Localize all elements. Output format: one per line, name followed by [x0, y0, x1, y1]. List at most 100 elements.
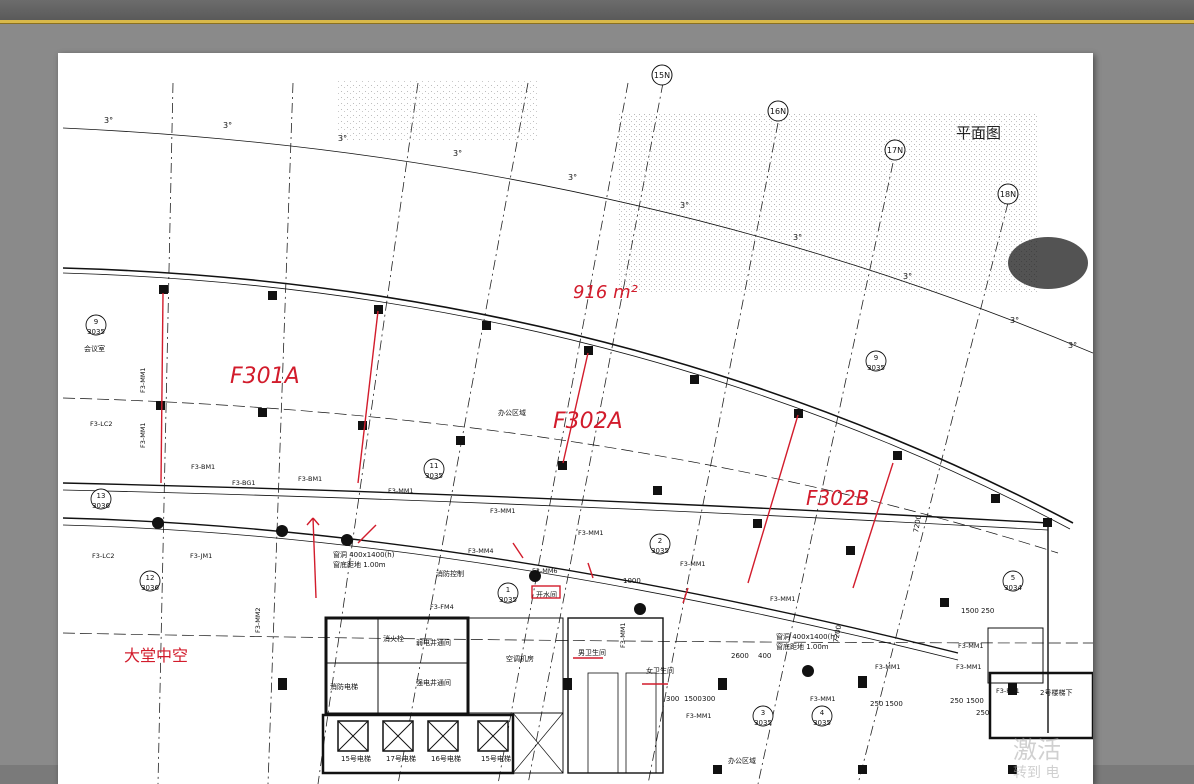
handwritten-zone-b: F302A: [553, 409, 623, 434]
room-tag-number: 11: [430, 462, 439, 470]
dimension: 250: [976, 709, 989, 717]
gridline-label: 15N: [654, 71, 670, 80]
handwritten-zone-a: F301A: [230, 364, 300, 389]
room-tag-number: 13: [97, 492, 106, 500]
window-title-bar: [0, 0, 1194, 20]
door-label: F3-FM1: [996, 687, 1020, 695]
elevator-label: 15号电梯: [481, 754, 511, 763]
handwritten-area: 916 m²: [573, 282, 638, 303]
room-name: 弱电井通间: [416, 638, 451, 647]
room-tag-number: 5: [1011, 574, 1015, 582]
window-note: 窗底距地 1.00m: [333, 560, 386, 569]
gridline-label: 17N: [887, 146, 903, 155]
door-label: F3-MM4: [468, 547, 494, 555]
door-label: F3-MM1: [619, 622, 627, 648]
door-label: F3-MM1: [490, 507, 516, 515]
elevator-label: 17号电梯: [386, 754, 416, 763]
angle-label: 3°: [568, 173, 577, 182]
gridline-label: 18N: [1000, 190, 1016, 199]
dimension: 250: [981, 607, 994, 615]
watermark-line-1: 激活: [1013, 736, 1061, 764]
door-label: F3-MM1: [578, 529, 604, 537]
floor-plan-drawing: 15N 16N 17N 18N 15号电梯 17号电梯 16号电梯 15号电梯 …: [62, 64, 1093, 784]
angle-label: 3°: [1010, 316, 1019, 325]
room-name: 男卫生间: [578, 648, 606, 657]
dimension: 250: [950, 697, 963, 705]
angle-label: 3°: [1068, 341, 1077, 350]
door-label: F3-MM1: [388, 487, 414, 495]
angle-label: 3°: [338, 134, 347, 143]
room-name: 会议室: [84, 344, 105, 353]
dimension: 7200: [912, 514, 923, 533]
room-tag-number: 2: [658, 537, 662, 545]
door-label: F3-MM2: [254, 607, 262, 633]
door-label: F3-MM1: [875, 663, 901, 671]
door-label: F3-MM1: [956, 663, 982, 671]
door-label: F3-BG1: [232, 479, 256, 487]
window-note: 窗洞 400x1400(h): [333, 550, 395, 559]
angle-label: 3°: [104, 116, 113, 125]
room-name: 空调机房: [506, 654, 534, 663]
room-tag-code: 3035: [754, 719, 772, 727]
room-name: 2号楼梯下: [1040, 688, 1072, 697]
room-name: 办公区域: [498, 408, 526, 417]
angle-label: 3°: [453, 149, 462, 158]
dimension: 250: [870, 700, 883, 708]
handwritten-title: 平面图: [956, 124, 1001, 142]
room-tag-number: 12: [146, 574, 155, 582]
door-label: F3-LC2: [92, 552, 115, 560]
room-tag-code: 3035: [867, 364, 885, 372]
room-name: 消防控制: [436, 569, 464, 578]
door-label: F3-MM1: [958, 642, 984, 650]
dimension: 400: [758, 652, 771, 660]
room-tag-number: 4: [820, 709, 825, 717]
door-label: F3-MM1: [770, 595, 796, 603]
angle-label: 3°: [680, 201, 689, 210]
room-name: 强电井通间: [416, 678, 451, 687]
door-label: F3-LC2: [90, 420, 113, 428]
room-tag-code: 3035: [651, 547, 669, 555]
door-label: F3-MM6: [532, 567, 558, 575]
scan-blot: [1008, 237, 1088, 289]
room-tag-number: 3: [761, 709, 765, 717]
angle-label: 3°: [793, 233, 802, 242]
room-tag-number: 9: [874, 354, 878, 362]
room-tag-code: 3034: [1004, 584, 1022, 592]
angle-label: 3°: [223, 121, 232, 130]
scan-noise: [338, 81, 538, 141]
room-tag-code: 3035: [87, 328, 105, 336]
door-label: F3-MM1: [810, 695, 836, 703]
door-label: F3-JM1: [190, 552, 212, 560]
elevator-label: 16号电梯: [431, 754, 461, 763]
drawing-page: 15N 16N 17N 18N 15号电梯 17号电梯 16号电梯 15号电梯 …: [58, 53, 1093, 784]
elevator-label: 15号电梯: [341, 754, 371, 763]
dimension: 300: [702, 695, 715, 703]
dimension: 1500: [966, 697, 984, 705]
activation-watermark: 激活 转到 电: [1013, 736, 1093, 782]
document-viewer[interactable]: 15N 16N 17N 18N 15号电梯 17号电梯 16号电梯 15号电梯 …: [0, 24, 1194, 784]
room-name: 消火栓: [383, 634, 404, 643]
dimension: 1000: [623, 577, 641, 585]
door-label: F3-MM1: [680, 560, 706, 568]
room-tag-code: 3035: [499, 596, 517, 604]
handwritten-zone-c: F302B: [806, 486, 869, 510]
room-tag-number: 1: [506, 586, 510, 594]
room-name: 消防电梯: [330, 682, 358, 691]
door-label: F3-FM4: [430, 603, 454, 611]
dimension: 2600: [731, 652, 749, 660]
angle-label: 3°: [903, 272, 912, 281]
room-tag-code: 3036: [141, 584, 159, 592]
door-label: F3-MM1: [139, 367, 147, 393]
door-label: F3-BM1: [298, 475, 322, 483]
room-name: 女卫生间: [646, 666, 674, 675]
dimension: 300: [666, 695, 679, 703]
dimension: 1500: [885, 700, 903, 708]
door-label: F3-BM1: [191, 463, 215, 471]
elevator-cars: [337, 720, 509, 752]
room-tag-code: 3035: [813, 719, 831, 727]
dimension: 1500: [684, 695, 702, 703]
room-name: 办公区域: [728, 756, 756, 765]
window-note: 窗洞 400x1400(h): [776, 632, 838, 641]
dimension: 1500: [961, 607, 979, 615]
room-tag-code: 3036: [92, 502, 110, 510]
